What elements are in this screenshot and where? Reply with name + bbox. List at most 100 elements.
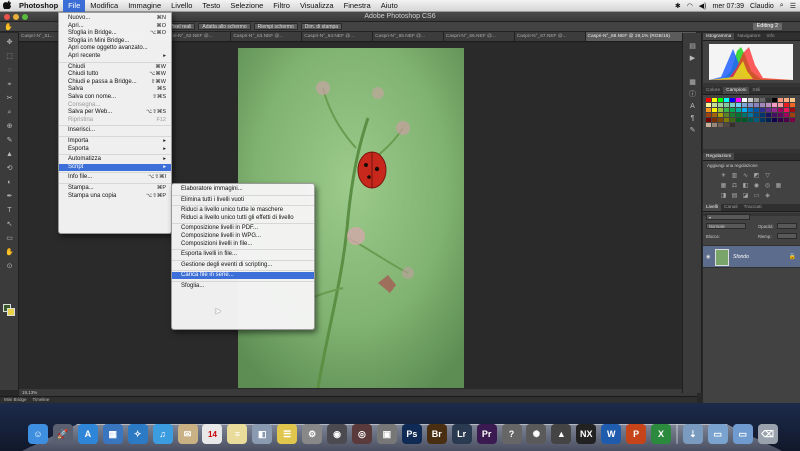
photo-booth-icon[interactable]: ◎ [351,424,372,444]
tool-button[interactable]: ✒ [5,193,14,200]
menu-item-sfoglia-in-mini-bridge[interactable]: Sfoglia in Mini Bridge... [59,38,171,45]
swatch[interactable] [766,98,771,102]
swatch[interactable] [748,98,753,102]
swatch[interactable] [772,108,777,112]
swatch[interactable] [712,118,717,122]
brightness-icon[interactable]: ☀ [719,173,728,179]
menu-livello[interactable]: Livello [166,0,197,12]
fit-screen-button[interactable]: Adatta allo schermo [198,23,251,30]
exposure-icon[interactable]: ◩ [752,173,761,179]
swatch[interactable] [772,118,777,122]
swatch[interactable] [730,113,735,117]
swatch[interactable] [790,98,795,102]
swatch[interactable] [706,123,711,127]
hand-tool-icon[interactable]: ✋ [4,23,13,31]
capture-nx2-icon[interactable]: NX [576,424,597,444]
menu-item-esporta[interactable]: Esporta ▸ [59,146,171,153]
swatch[interactable] [778,113,783,117]
swatch[interactable] [718,123,723,127]
workspace-switcher[interactable]: Editing 2 [752,23,782,30]
menu-item-riduci-a-livello-unico-tutti-gli-effetti-di-livello[interactable]: Riduci a livello unico tutti gli effetti… [172,215,314,222]
black-white-icon[interactable]: ◧ [741,183,750,189]
menu-item-sfoglia-in-bridge[interactable]: Sfoglia in Bridge... ⌥⌘O [59,30,171,37]
fill-screen-button[interactable]: Riempi schermo [253,23,298,30]
notification-center-icon[interactable]: ☰ [790,2,796,10]
menu-item-composizione-livelli-in-wpg[interactable]: Composizione livelli in WPG... [172,233,314,240]
swatch[interactable] [742,118,747,122]
calendar-icon[interactable]: 14 [202,424,223,444]
folder-icon[interactable]: ▭ [732,424,753,444]
menu-item-chiudi[interactable]: Chiudi ⌘W [59,64,171,71]
powerpoint-icon[interactable]: P [626,424,647,444]
swatch[interactable] [790,118,795,122]
menu-item-gestione-degli-eventi-di-scripting[interactable]: Gestione degli eventi di scripting... [172,262,314,269]
tool-button[interactable]: ▲ [5,151,14,158]
swatch[interactable] [706,103,711,107]
swatch[interactable] [772,113,777,117]
document-tab[interactable]: Caspri-N°_67.NEF @... [514,32,586,41]
menu-item-salva-per-web[interactable]: Salva per Web... ⌥⇧⌘S [59,109,171,116]
swatch[interactable] [760,103,765,107]
mail-icon[interactable]: ✉ [177,424,198,444]
swatch[interactable] [778,108,783,112]
photoshop-icon[interactable]: Ps [401,424,422,444]
mission-control-icon[interactable]: ▦ [102,424,123,444]
tool-button[interactable]: ✋ [5,249,14,256]
swatch[interactable] [736,118,741,122]
document-tab[interactable]: Caspri-N°_63.NEF @... [231,32,303,41]
menu-item-nuovo[interactable]: Nuovo... ⌘N [59,15,171,22]
menu-item-elimina-tutti-i-livelli-vuoti[interactable]: Elimina tutti i livelli vuoti [172,197,314,204]
swatch[interactable] [790,113,795,117]
selective-color-icon[interactable]: ◈ [763,193,772,199]
help-icon[interactable]: ? [501,424,522,444]
tool-button[interactable]: ⟲ [5,165,14,172]
swatch[interactable] [730,103,735,107]
swatch[interactable] [784,103,789,107]
swatch[interactable] [736,103,741,107]
swatch[interactable] [778,103,783,107]
menu-item-apri-come-oggetto-avanzato[interactable]: Apri come oggetto avanzato... [59,45,171,52]
swatch[interactable] [736,113,741,117]
menu-item-composizione-livelli-in-pdf[interactable]: Composizione livelli in PDF... [172,225,314,232]
menu-item-chiudi-e-passa-a-bridge[interactable]: Chiudi e passa a Bridge... ⇧⌘W [59,79,171,86]
swatch[interactable] [742,103,747,107]
swatch[interactable] [754,118,759,122]
menu-selezione[interactable]: Selezione [225,0,268,12]
menu-photoshop[interactable]: Photoshop [14,0,63,12]
tool-button[interactable]: T [5,207,14,214]
tab-swatches[interactable]: Campioni [723,87,750,94]
swatch[interactable] [784,98,789,102]
swatch[interactable] [760,108,765,112]
menu-item-elaboratore-immagini[interactable]: Elaboratore immagini... [172,186,314,193]
menu-item-apri-recente[interactable]: Apri recente ▸ [59,53,171,60]
camera-icon[interactable]: ▲ [551,424,572,444]
menu-item-sfoglia[interactable]: Sfoglia... [172,283,314,290]
actions-panel-icon[interactable]: ▶ [688,55,697,63]
layer-name[interactable]: Sfondo [733,254,749,260]
visibility-eye-icon[interactable]: ◉ [706,254,710,260]
swatch[interactable] [730,108,735,112]
quicktime-icon[interactable]: ◉ [327,424,348,444]
swatch[interactable] [712,98,717,102]
tool-button[interactable]: ◌ [5,67,14,74]
curves-icon[interactable]: ∿ [741,173,750,179]
swatch[interactable] [712,113,717,117]
swatch[interactable] [724,123,729,127]
apple-menu-icon[interactable] [0,0,14,11]
swatch[interactable] [718,118,723,122]
tool-button[interactable]: ⌖ [5,81,14,88]
preferences-icon[interactable]: ⚙ [302,424,323,444]
swatch[interactable] [754,108,759,112]
swatch[interactable] [760,98,765,102]
swatch[interactable] [742,98,747,102]
swatch[interactable] [766,118,771,122]
swatch[interactable] [778,98,783,102]
document-tab[interactable]: Caspri-N°_66.NEF @... [443,32,515,41]
invert-icon[interactable]: ◨ [719,193,728,199]
menu-item-riduci-a-livello-unico-tutte-le-maschere[interactable]: Riduci a livello unico tutte le maschere [172,207,314,214]
menu-item-salva[interactable]: Salva ⌘S [59,86,171,93]
menu-item-script[interactable]: Script ▸ [59,163,171,171]
swatch[interactable] [712,123,717,127]
swatch[interactable] [730,118,735,122]
word-icon[interactable]: W [601,424,622,444]
